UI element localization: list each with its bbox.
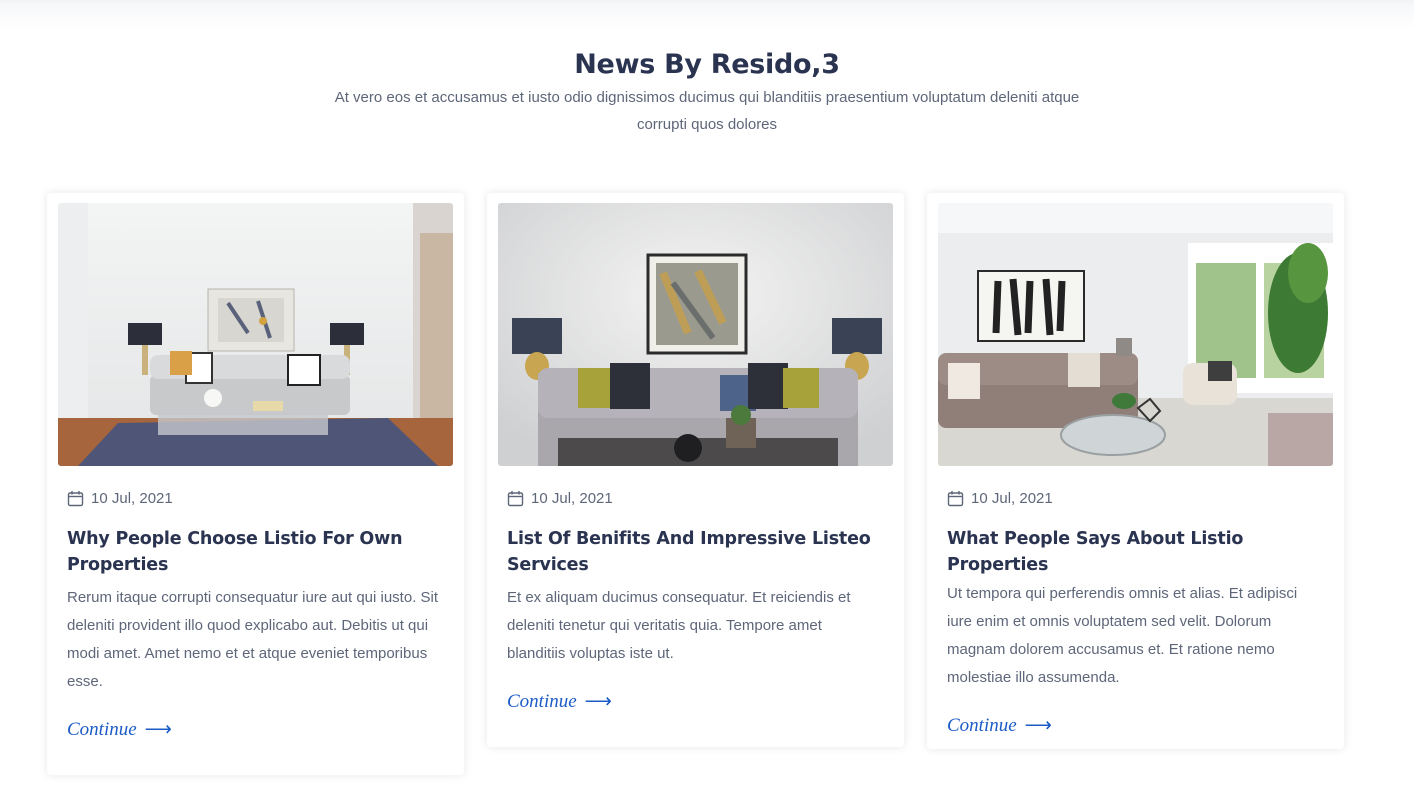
card-excerpt: Rerum itaque corrupti consequatur iure a… bbox=[67, 589, 439, 690]
calendar-icon bbox=[507, 490, 524, 506]
living-room-photo bbox=[938, 203, 1333, 466]
calendar-icon bbox=[67, 490, 84, 506]
continue-link-label: Continue bbox=[507, 691, 577, 712]
card-image[interactable] bbox=[498, 203, 893, 466]
living-room-photo bbox=[498, 203, 893, 466]
news-section-header: News By Resido,3 At vero eos et accusamu… bbox=[0, 46, 1414, 138]
section-title: News By Resido,3 bbox=[574, 49, 840, 80]
continue-link[interactable]: Continue ⟶ bbox=[947, 714, 1052, 737]
card-excerpt: Ut tempora qui perferendis omnis et alia… bbox=[947, 585, 1298, 686]
continue-link-label: Continue bbox=[67, 719, 137, 740]
continue-link-label: Continue bbox=[947, 715, 1017, 736]
long-arrow-right-icon: ⟶ bbox=[584, 691, 612, 712]
card-title[interactable]: Why People Choose Listio For Own Propert… bbox=[67, 526, 444, 578]
card-date-text: 10 Jul, 2021 bbox=[531, 489, 613, 507]
card-date: 10 Jul, 2021 bbox=[507, 489, 884, 507]
card-title[interactable]: What People Says About Listio Properties bbox=[947, 526, 1324, 578]
top-shadow-strip bbox=[0, 0, 1414, 30]
news-card: 10 Jul, 2021 List Of Benifits And Impres… bbox=[487, 193, 904, 747]
card-date: 10 Jul, 2021 bbox=[67, 489, 444, 507]
long-arrow-right-icon: ⟶ bbox=[1024, 715, 1052, 736]
card-date: 10 Jul, 2021 bbox=[947, 489, 1324, 507]
continue-link[interactable]: Continue ⟶ bbox=[507, 690, 612, 713]
news-card: 10 Jul, 2021 What People Says About List… bbox=[927, 193, 1344, 749]
card-image[interactable] bbox=[58, 203, 453, 466]
continue-link[interactable]: Continue ⟶ bbox=[67, 718, 172, 741]
news-card: 10 Jul, 2021 Why People Choose Listio Fo… bbox=[47, 193, 464, 775]
living-room-photo bbox=[58, 203, 453, 466]
card-image[interactable] bbox=[938, 203, 1333, 466]
card-title[interactable]: List Of Benifits And Impressive Listeo S… bbox=[507, 526, 884, 578]
calendar-icon bbox=[947, 490, 964, 506]
section-subtitle: At vero eos et accusamus et iusto odio d… bbox=[334, 89, 1080, 133]
card-date-text: 10 Jul, 2021 bbox=[91, 489, 173, 507]
card-date-text: 10 Jul, 2021 bbox=[971, 489, 1053, 507]
long-arrow-right-icon: ⟶ bbox=[144, 719, 172, 740]
card-excerpt: Et ex aliquam ducimus consequatur. Et re… bbox=[507, 589, 851, 662]
